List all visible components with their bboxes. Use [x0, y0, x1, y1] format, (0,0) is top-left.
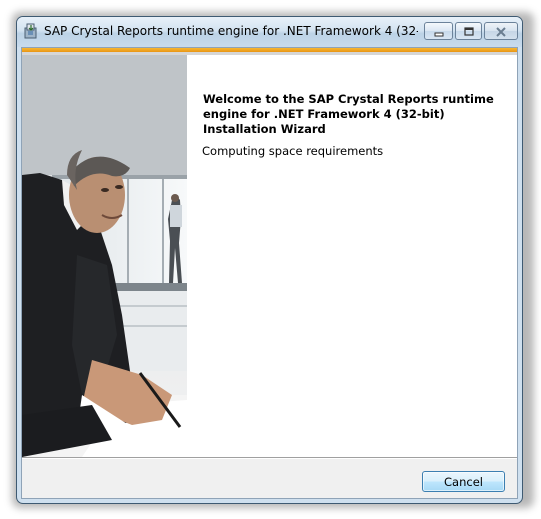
close-button[interactable] [484, 22, 518, 40]
cancel-button[interactable]: Cancel [422, 471, 505, 492]
welcome-heading: Welcome to the SAP Crystal Reports runti… [203, 92, 494, 136]
wizard-footer: Cancel [22, 458, 517, 498]
wizard-banner-image [22, 55, 187, 457]
installer-window: SAP Crystal Reports runtime engine for .… [16, 16, 523, 504]
title-bar[interactable]: SAP Crystal Reports runtime engine for .… [17, 17, 522, 47]
maximize-icon [463, 22, 475, 41]
window-title: SAP Crystal Reports runtime engine for .… [44, 24, 418, 38]
close-icon [495, 22, 507, 41]
wizard-body: Welcome to the SAP Crystal Reports runti… [21, 47, 518, 499]
minimize-button[interactable] [424, 22, 453, 40]
installer-icon [22, 22, 40, 40]
maximize-button[interactable] [455, 22, 482, 40]
status-text: Computing space requirements [202, 144, 384, 158]
minimize-icon [433, 22, 445, 41]
